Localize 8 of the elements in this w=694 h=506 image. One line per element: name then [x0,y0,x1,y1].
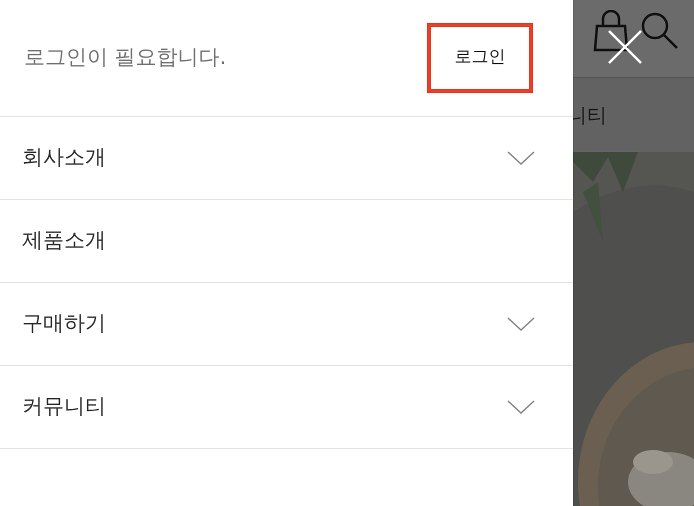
login-message: 로그인이 필요합니다. [24,44,226,72]
chevron-down-icon [507,316,535,332]
chevron-down-icon [507,150,535,166]
close-icon[interactable] [607,29,643,65]
search-icon[interactable] [639,10,679,50]
shopping-bag-icon[interactable] [593,10,629,52]
chevron-down-icon [507,399,535,415]
login-button[interactable]: 로그인 [427,23,533,93]
